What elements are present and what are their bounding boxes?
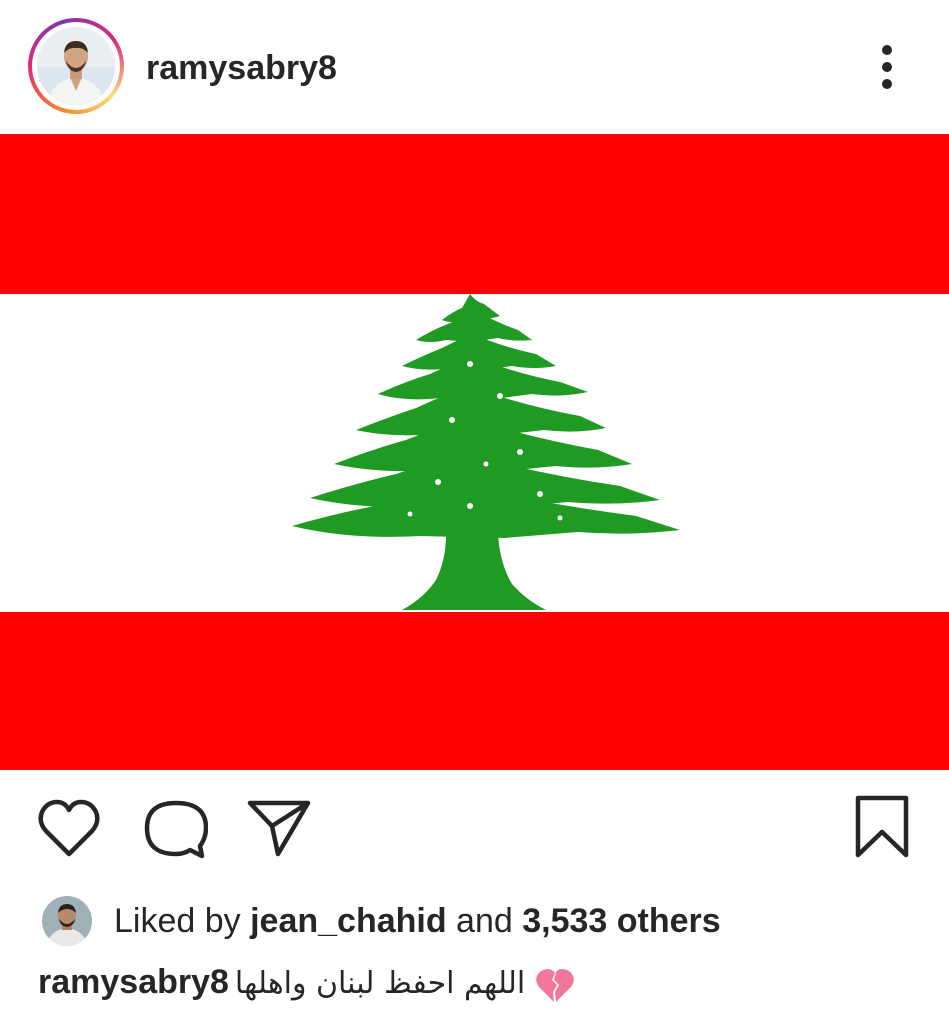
author-username[interactable]: ramysabry8 xyxy=(146,46,337,90)
more-vertical-icon xyxy=(882,45,892,89)
share-button[interactable] xyxy=(246,798,312,858)
comment-button[interactable] xyxy=(142,798,209,860)
likes-text: Liked by jean_chahid and 3,533 others xyxy=(114,900,721,942)
post-header: ramysabry8 xyxy=(0,0,949,134)
broken-heart-icon xyxy=(535,968,575,1004)
heart-outline-icon xyxy=(38,799,100,857)
caption-text: اللهم احفظ لبنان واهلها xyxy=(234,966,526,1001)
likes-connector: and xyxy=(446,902,523,940)
lebanese-flag-icon xyxy=(0,134,949,770)
paper-plane-icon xyxy=(247,800,311,857)
others-likes-link[interactable]: 3,533 others xyxy=(522,902,720,940)
liker-profile-photo-icon xyxy=(42,896,92,946)
caption-username[interactable]: ramysabry8 xyxy=(38,963,229,1001)
more-options-button[interactable] xyxy=(864,40,910,96)
likes-summary: Liked by jean_chahid and 3,533 others xyxy=(40,892,900,952)
caption: ramysabry8 اللهم احفظ لبنان واهلها xyxy=(38,958,918,1010)
bookmark-outline-icon xyxy=(855,795,909,858)
first-liker-link[interactable]: jean_chahid xyxy=(250,902,447,940)
author-avatar[interactable] xyxy=(28,18,124,114)
save-button[interactable] xyxy=(852,794,912,860)
flag-bottom-red-stripe xyxy=(0,612,949,770)
liker-avatar[interactable] xyxy=(42,896,92,946)
liked-by-label: Liked by xyxy=(114,902,251,940)
like-button[interactable] xyxy=(36,798,102,860)
post-image[interactable] xyxy=(0,134,949,770)
comment-bubble-icon xyxy=(144,800,209,859)
profile-photo-icon xyxy=(37,27,115,105)
flag-top-red-stripe xyxy=(0,134,949,294)
